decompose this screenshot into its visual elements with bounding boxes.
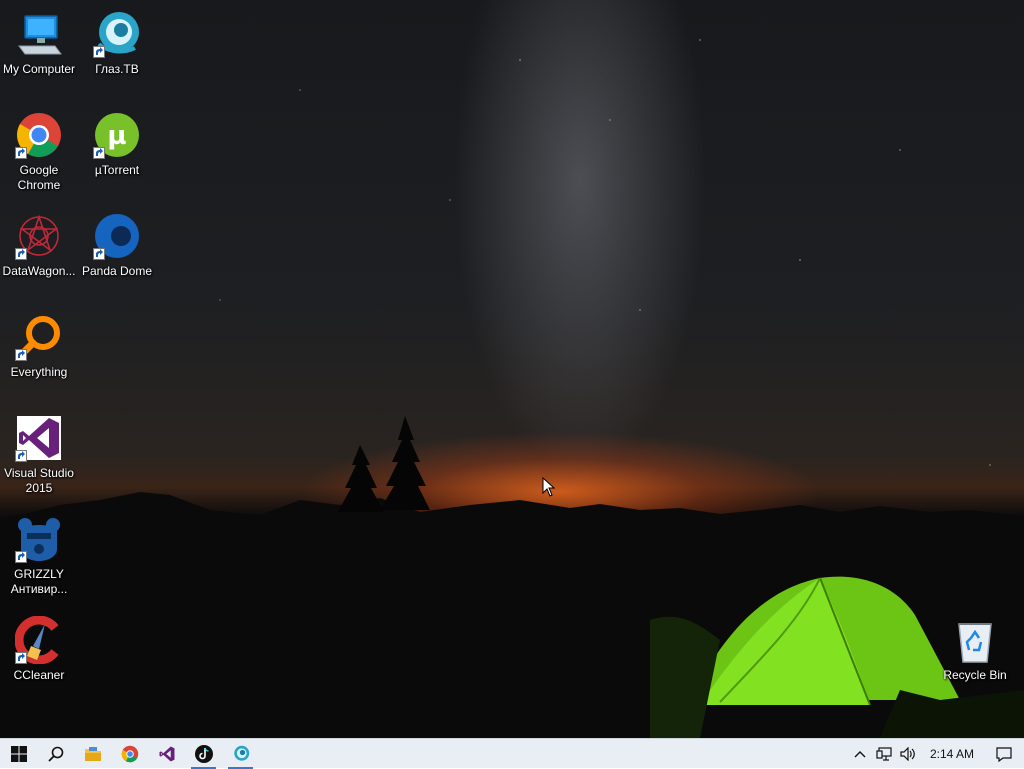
taskbar: 2:14 AM bbox=[0, 738, 1024, 769]
mouse-cursor-icon bbox=[542, 477, 556, 497]
system-tray: 2:14 AM bbox=[848, 739, 1024, 769]
search-button[interactable] bbox=[37, 739, 74, 769]
shortcut-arrow-icon bbox=[15, 248, 27, 260]
desktop-icon-label: DataWagon... bbox=[2, 264, 76, 278]
taskbar-glaz-tv[interactable] bbox=[222, 739, 259, 769]
utorrent-icon: µ bbox=[93, 111, 141, 159]
windows-logo-icon bbox=[10, 745, 27, 762]
clock-time: 2:14 AM bbox=[929, 747, 974, 761]
notification-icon bbox=[996, 746, 1012, 762]
taskbar-file-explorer[interactable] bbox=[74, 739, 111, 769]
shortcut-arrow-icon bbox=[15, 147, 27, 159]
chrome-icon bbox=[121, 745, 138, 762]
desktop-icon-label: Google Chrome bbox=[17, 163, 61, 192]
desktop-icon-google-chrome[interactable]: Google Chrome bbox=[0, 107, 78, 203]
eye-tv-icon bbox=[233, 745, 249, 761]
desktop-icon-label: µTorrent bbox=[94, 163, 140, 177]
bear-icon bbox=[15, 515, 63, 563]
shortcut-arrow-icon bbox=[15, 652, 27, 664]
desktop-icon-my-computer[interactable]: My Computer bbox=[0, 6, 78, 102]
ccleaner-icon bbox=[15, 616, 63, 664]
shortcut-arrow-icon bbox=[15, 349, 27, 361]
recycle-bin-icon bbox=[951, 616, 999, 664]
taskbar-chrome[interactable] bbox=[111, 739, 148, 769]
panda-dome-icon bbox=[93, 212, 141, 260]
desktop-icon-label: Visual Studio 2015 bbox=[4, 466, 74, 495]
taskbar-visual-studio[interactable] bbox=[148, 739, 185, 769]
taskbar-tiktok[interactable] bbox=[185, 739, 222, 769]
chevron-up-icon bbox=[854, 751, 866, 758]
desktop-icon-label: Panda Dome bbox=[81, 264, 153, 278]
network-button[interactable] bbox=[872, 739, 896, 769]
shortcut-arrow-icon bbox=[15, 551, 27, 563]
shortcut-arrow-icon bbox=[93, 147, 105, 159]
desktop-icon-recycle-bin[interactable]: Recycle Bin bbox=[936, 612, 1014, 708]
search-icon bbox=[47, 746, 63, 762]
magnifier-icon bbox=[15, 313, 63, 361]
network-icon bbox=[876, 747, 892, 761]
shortcut-arrow-icon bbox=[93, 46, 105, 58]
datawagon-icon bbox=[15, 212, 63, 260]
folder-icon bbox=[84, 746, 101, 761]
visual-studio-icon bbox=[159, 746, 174, 761]
visual-studio-icon bbox=[15, 414, 63, 462]
desktop-icon-label: GRIZZLY Антивир... bbox=[10, 567, 68, 596]
desktop-icon-everything[interactable]: Everything bbox=[0, 309, 78, 405]
volume-button[interactable] bbox=[896, 739, 920, 769]
desktop-icon-grizzly[interactable]: GRIZZLY Антивир... bbox=[0, 511, 78, 607]
shortcut-arrow-icon bbox=[15, 450, 27, 462]
desktop-icon-label: Everything bbox=[10, 365, 68, 379]
desktop-icon-ccleaner[interactable]: CCleaner bbox=[0, 612, 78, 708]
eye-tv-icon bbox=[93, 10, 141, 58]
desktop-icon-label: CCleaner bbox=[13, 668, 65, 682]
desktop-icon-panda-dome[interactable]: Panda Dome bbox=[78, 208, 156, 304]
clock[interactable]: 2:14 AM bbox=[920, 739, 984, 769]
action-center-button[interactable] bbox=[984, 739, 1024, 769]
volume-icon bbox=[900, 747, 915, 761]
svg-text:µ: µ bbox=[107, 121, 126, 151]
desktop-icon-label: Recycle Bin bbox=[943, 668, 1007, 682]
shortcut-arrow-icon bbox=[93, 248, 105, 260]
start-button[interactable] bbox=[0, 739, 37, 769]
computer-icon bbox=[15, 10, 63, 58]
chrome-icon bbox=[15, 111, 63, 159]
desktop-icon-datawagon[interactable]: DataWagon... bbox=[0, 208, 78, 304]
desktop-icon-label: My Computer bbox=[2, 62, 76, 76]
desktop-icon-visual-studio[interactable]: Visual Studio 2015 bbox=[0, 410, 78, 506]
tiktok-icon bbox=[194, 744, 213, 763]
desktop-icon-utorrent[interactable]: µ µTorrent bbox=[78, 107, 156, 203]
desktop-icon-label: Глаз.ТВ bbox=[95, 62, 139, 76]
desktop[interactable]: My Computer Глаз.ТВ Google Chrome µ µTor… bbox=[0, 0, 1024, 738]
desktop-icon-glaz-tv[interactable]: Глаз.ТВ bbox=[78, 6, 156, 102]
show-hidden-icons-button[interactable] bbox=[848, 739, 872, 769]
